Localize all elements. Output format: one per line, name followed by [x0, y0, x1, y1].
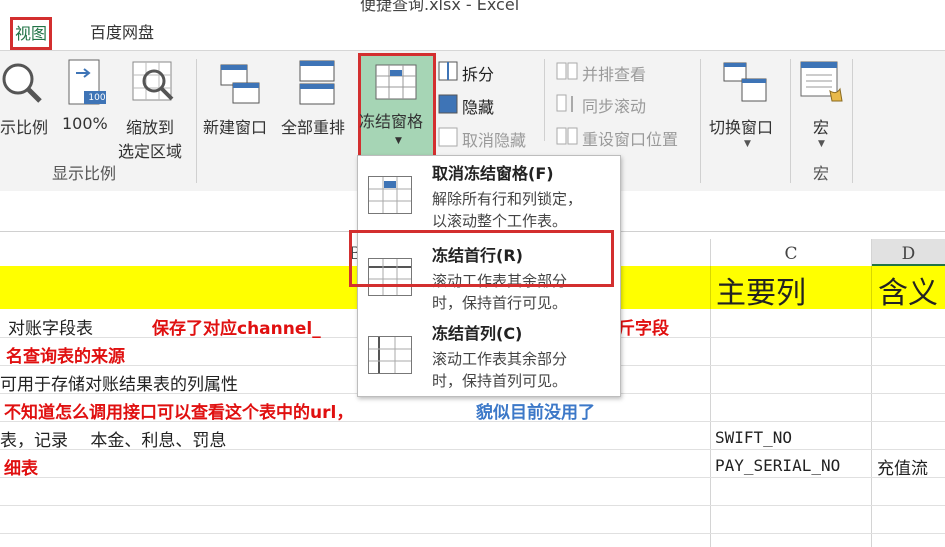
hide-window-icon — [438, 94, 458, 114]
split-button[interactable]: 拆分 — [438, 60, 538, 84]
freeze-panes-label: 冻结窗格 — [359, 112, 424, 131]
reset-position-icon — [556, 127, 578, 145]
zoom-group-label: 显示比例 — [52, 164, 117, 183]
group-divider — [852, 59, 853, 183]
zoom-label: 示比例 — [0, 118, 49, 137]
zoom-100-badge: 100 — [88, 93, 106, 103]
zoom-100-button[interactable]: 100 100% — [60, 57, 116, 147]
side-by-side-label: 并排查看 — [582, 65, 647, 84]
grid-line — [0, 505, 945, 506]
switch-windows-label: 切换窗口 — [709, 118, 774, 137]
macro-group-label: 宏 — [813, 164, 830, 183]
unhide-label: 取消隐藏 — [462, 131, 527, 150]
menu-item-desc: 时，保持首列可见。 — [432, 372, 568, 390]
new-window-button[interactable]: 新建窗口 — [200, 57, 280, 147]
zoom-selection-label-1: 缩放到 — [126, 118, 175, 137]
tab-view[interactable]: 视图 — [10, 17, 52, 50]
menu-item-desc: 以滚动整个工作表。 — [432, 212, 568, 230]
new-window-label: 新建窗口 — [203, 118, 268, 137]
cell-b-row2[interactable]: 名查询表的来源 — [6, 342, 125, 367]
zoom-selection-label-2: 选定区域 — [118, 142, 183, 161]
chevron-down-icon: ▼ — [818, 139, 825, 149]
new-window-icon — [220, 64, 260, 104]
sync-scroll-icon — [556, 94, 573, 112]
chevron-down-icon: ▼ — [395, 136, 402, 146]
group-divider — [196, 59, 197, 183]
reset-window-position-button: 重设窗口位置 — [556, 126, 706, 150]
cell-c-row5[interactable]: SWIFT_NO — [715, 428, 792, 447]
cell-b-row3[interactable]: 可用于存储对账结果表的列属性 — [0, 370, 238, 395]
cell-b-row4-note: 貌似目前没用了 — [476, 403, 595, 423]
cell-c-row6[interactable]: PAY_SERIAL_NO — [715, 456, 840, 475]
grid-line — [0, 533, 945, 534]
column-divider — [871, 239, 872, 266]
cell-d-row6[interactable]: 充值流 — [877, 454, 928, 479]
menu-item-desc: 滚动工作表其余部分 — [432, 350, 568, 368]
column-divider — [710, 266, 711, 309]
menu-item-unfreeze-panes[interactable]: 取消冻结窗格(F) 解除所有行和列锁定， 以滚动整个工作表。 — [358, 156, 620, 232]
cell-b-row5[interactable]: 表，记录 本金、利息、罚息 — [0, 426, 226, 451]
switch-windows-icon — [723, 62, 767, 102]
zoom-to-selection-button[interactable]: 缩放到 选定区域 — [118, 57, 192, 161]
freeze-panes-button[interactable]: 冻结窗格 ▼ — [358, 53, 436, 159]
cell-b-row1-note-tail: 斤字段 — [618, 319, 669, 339]
freeze-first-column-icon — [368, 336, 412, 374]
column-header-d[interactable]: D — [872, 239, 945, 266]
window-title: 便捷查询.xlsx - Excel — [360, 0, 520, 14]
menu-item-freeze-first-column[interactable]: 冻结首列(C) 滚动工作表其余部分 时，保持首列可见。 — [358, 316, 620, 392]
arrange-all-label: 全部重排 — [281, 118, 346, 137]
sync-scroll-button: 同步滚动 — [556, 93, 696, 117]
column-header-c[interactable]: C — [711, 239, 871, 266]
cell-c-header[interactable]: 主要列 — [716, 268, 806, 312]
macro-icon — [800, 61, 843, 102]
highlight-annotation — [349, 230, 614, 287]
macros-label: 宏 — [813, 118, 830, 137]
reset-position-label: 重设窗口位置 — [582, 130, 679, 149]
side-by-side-icon — [556, 62, 578, 80]
unhide-button: 取消隐藏 — [438, 126, 538, 150]
menu-item-desc: 时，保持首行可见。 — [432, 294, 568, 312]
split-icon — [438, 61, 458, 81]
menu-item-desc: 解除所有行和列锁定， — [432, 190, 583, 208]
chevron-down-icon: ▼ — [744, 139, 751, 149]
column-divider — [710, 239, 711, 266]
arrange-all-icon — [299, 60, 335, 105]
hide-button[interactable]: 隐藏 — [438, 93, 538, 117]
cell-d-header[interactable]: 含义 — [878, 268, 938, 312]
cell-b-row1-note: 保存了对应channel_ — [152, 319, 321, 339]
view-side-by-side-button: 并排查看 — [556, 61, 696, 85]
grid-line — [0, 477, 945, 478]
cell-b-row4[interactable]: 不知道怎么调用接口可以查看这个表中的url， — [4, 398, 353, 423]
hide-label: 隐藏 — [462, 98, 495, 117]
sync-scroll-label: 同步滚动 — [582, 97, 647, 116]
menu-item-title: 取消冻结窗格(F) — [432, 164, 554, 183]
tab-baidu-netdisk[interactable]: 百度网盘 — [80, 20, 164, 50]
zoom-100-label: 100% — [62, 114, 108, 133]
arrange-all-button[interactable]: 全部重排 — [280, 57, 356, 147]
group-divider — [790, 59, 791, 183]
cell-b-row1[interactable]: 对账字段表 — [8, 314, 93, 339]
unhide-window-icon — [438, 127, 458, 147]
freeze-panes-icon — [375, 64, 417, 100]
title-bar: 便捷查询.xlsx - Excel — [0, 0, 945, 14]
group-divider — [700, 59, 701, 183]
column-divider — [871, 266, 872, 309]
menu-item-title: 冻结首列(C) — [432, 324, 523, 343]
grid-line — [871, 309, 872, 547]
unfreeze-icon — [368, 176, 412, 214]
divider-vertical — [544, 59, 545, 141]
zoom-selection-icon — [132, 61, 174, 101]
switch-windows-button[interactable]: 切换窗口 ▼ — [706, 57, 786, 157]
grid-line — [710, 309, 711, 547]
macros-button[interactable]: 宏 ▼ — [796, 57, 848, 157]
split-label: 拆分 — [462, 65, 495, 84]
cell-b-row6[interactable]: 细表 — [4, 454, 38, 479]
magnifier-icon — [2, 63, 42, 103]
zoom-button[interactable]: 示比例 — [0, 57, 58, 147]
